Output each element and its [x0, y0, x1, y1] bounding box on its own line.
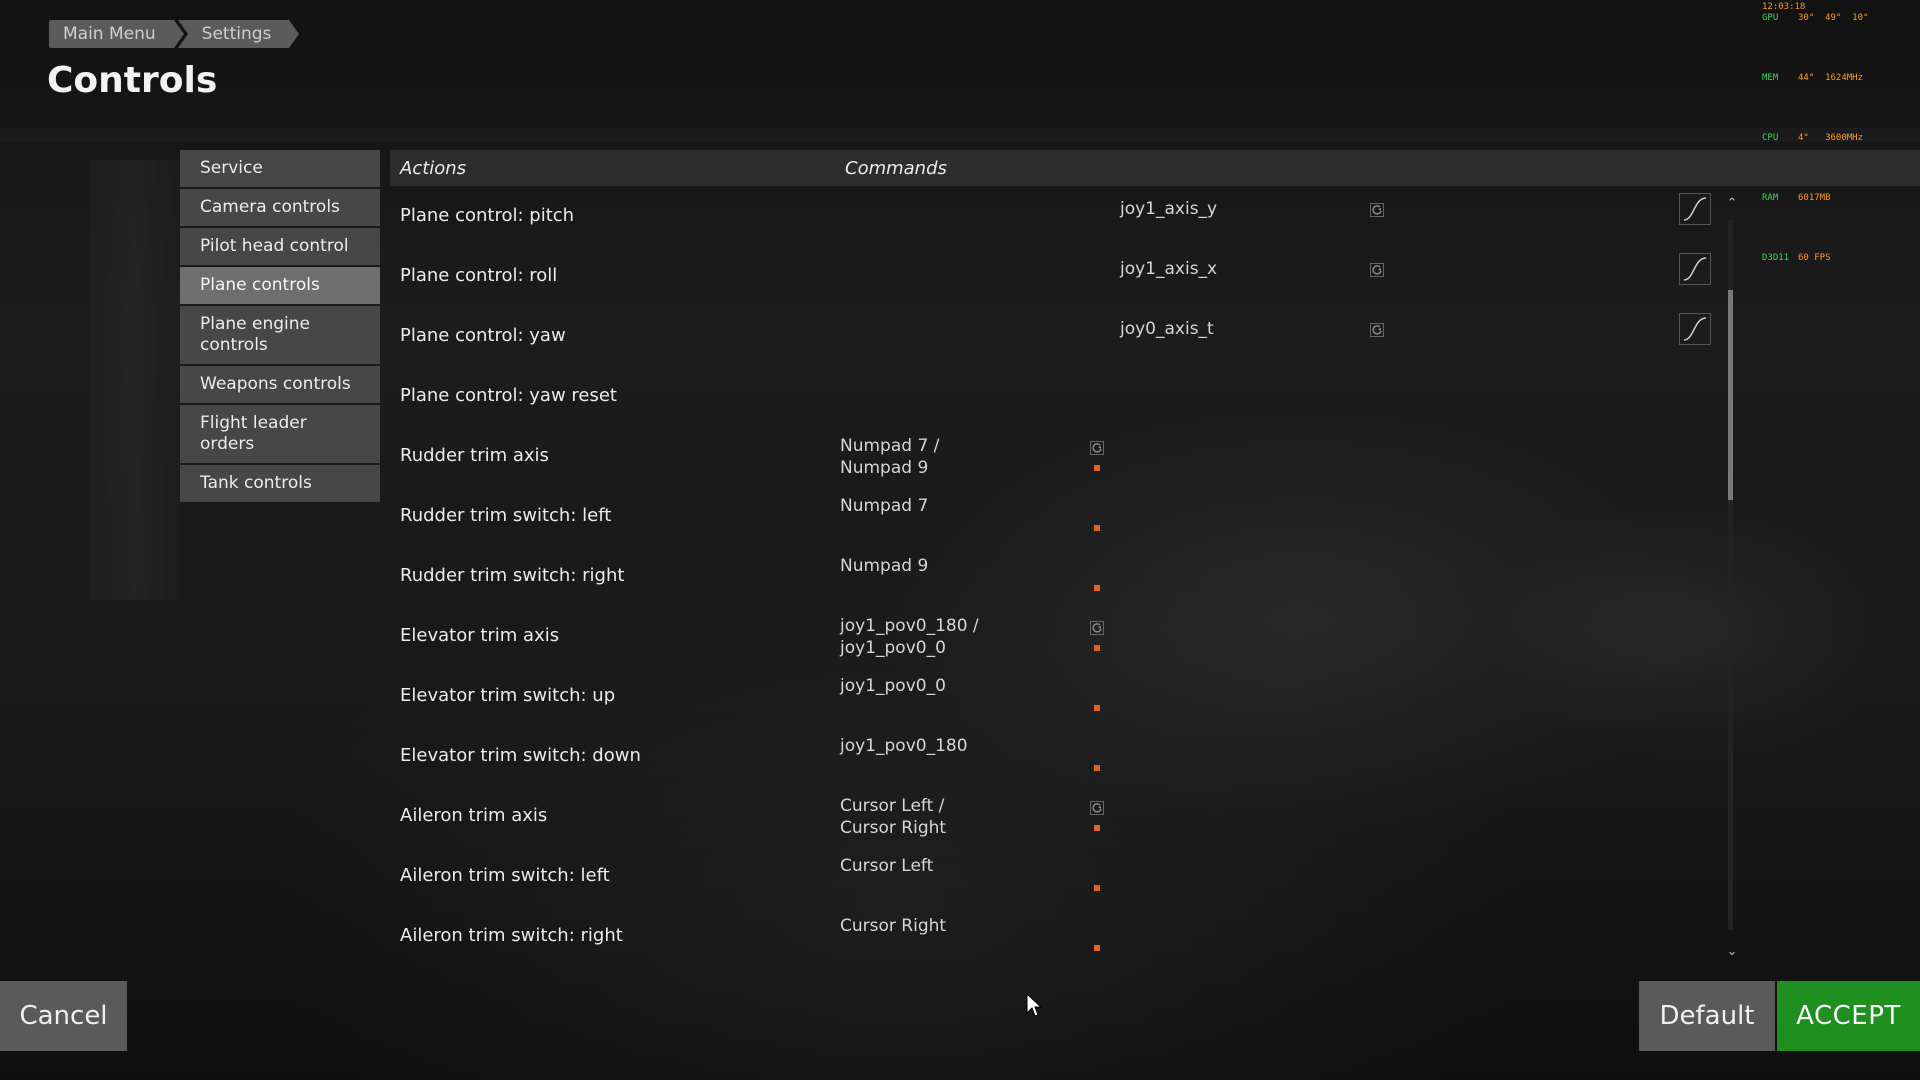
- action-label: Aileron trim switch: left: [400, 865, 610, 886]
- hw-monitor-row: RAM 6017MB: [1762, 193, 1868, 253]
- category-item[interactable]: Pilot head control: [180, 228, 380, 265]
- page-title: Controls: [47, 60, 218, 101]
- control-row[interactable]: Plane control: yaw reset: [390, 367, 1720, 427]
- control-row[interactable]: Plane control: pitch joy1_axis_y: [390, 187, 1720, 247]
- binding-indicator-icon: [1094, 645, 1100, 651]
- reset-binding-icon[interactable]: [1090, 441, 1104, 455]
- action-label: Elevator trim switch: down: [400, 745, 641, 766]
- control-row[interactable]: Aileron trim axis Cursor Left / Cursor Ri…: [390, 787, 1720, 847]
- axis-binding[interactable]: joy1_axis_x: [1120, 259, 1217, 279]
- control-row[interactable]: Elevator trim switch: up joy1_pov0_0: [390, 667, 1720, 727]
- category-item[interactable]: Plane engine controls: [180, 306, 380, 364]
- breadcrumb-main-menu[interactable]: Main Menu: [49, 20, 184, 48]
- hw-monitor-value: 44° 1624MHz: [1798, 73, 1864, 83]
- action-label: Aileron trim axis: [400, 805, 548, 826]
- commands-column-header: Commands: [845, 157, 947, 179]
- background-post: [90, 160, 180, 600]
- category-item[interactable]: Service: [180, 150, 380, 187]
- hw-monitor-row: D3D11 60 FPS: [1762, 253, 1868, 313]
- command-binding[interactable]: Numpad 7: [840, 495, 1070, 517]
- axis-curve-button[interactable]: [1679, 313, 1711, 345]
- action-label: Plane control: yaw reset: [400, 385, 617, 406]
- action-label: Aileron trim switch: right: [400, 925, 623, 946]
- axis-curve-button[interactable]: [1679, 193, 1711, 225]
- action-label: Plane control: roll: [400, 265, 558, 286]
- binding-indicator-icon: [1094, 705, 1100, 711]
- breadcrumb: Main Menu Settings: [49, 20, 303, 48]
- accept-button[interactable]: ACCEPT: [1777, 981, 1920, 1051]
- axis-curve-button[interactable]: [1679, 253, 1711, 285]
- action-label: Plane control: yaw: [400, 325, 566, 346]
- category-item[interactable]: Tank controls: [180, 465, 380, 502]
- binding-indicator-icon: [1094, 825, 1100, 831]
- control-row[interactable]: Rudder trim switch: right Numpad 9: [390, 547, 1720, 607]
- control-row[interactable]: Aileron trim switch: right Cursor Right: [390, 907, 1720, 967]
- control-row[interactable]: Aileron trim switch: left Cursor Left: [390, 847, 1720, 907]
- reset-axis-icon[interactable]: [1370, 203, 1384, 217]
- axis-binding[interactable]: joy1_axis_y: [1120, 199, 1217, 219]
- category-item[interactable]: Camera controls: [180, 189, 380, 226]
- control-row[interactable]: Elevator trim switch: down joy1_pov0_180: [390, 727, 1720, 787]
- action-label: Elevator trim axis: [400, 625, 560, 646]
- hw-monitor-key: D3D11: [1762, 253, 1790, 263]
- hw-monitor-key: GPU: [1762, 13, 1779, 23]
- hw-monitor-key: MEM: [1762, 73, 1779, 83]
- reset-binding-icon[interactable]: [1090, 801, 1104, 815]
- binding-indicator-icon: [1094, 765, 1100, 771]
- binding-indicator-icon: [1094, 585, 1100, 591]
- action-label: Rudder trim switch: left: [400, 505, 612, 526]
- category-item[interactable]: Plane controls: [180, 267, 380, 304]
- breadcrumb-settings[interactable]: Settings: [177, 20, 300, 48]
- category-item[interactable]: Flight leader orders: [180, 405, 380, 463]
- category-sidebar: Service Camera controls Pilot head control…: [180, 150, 380, 504]
- binding-indicator-icon: [1094, 465, 1100, 471]
- actions-column-header: Actions: [400, 157, 467, 179]
- table-scrollbar[interactable]: ⌃ ⌄: [1722, 190, 1742, 960]
- hw-monitor-value: 60 FPS: [1798, 253, 1831, 263]
- hw-monitor-row: GPU 30° 49° 10°: [1762, 13, 1868, 73]
- control-row[interactable]: Elevator trim axis joy1_pov0_180 / joy1_p…: [390, 607, 1720, 667]
- action-label: Rudder trim switch: right: [400, 565, 625, 586]
- background-beam: [0, 128, 1920, 142]
- command-binding[interactable]: Numpad 9: [840, 555, 1070, 577]
- hw-monitor-value: 6017MB: [1798, 193, 1831, 203]
- binding-indicator-icon: [1094, 885, 1100, 891]
- control-row[interactable]: Plane control: yaw joy0_axis_t: [390, 307, 1720, 367]
- command-binding[interactable]: Cursor Right: [840, 915, 1070, 937]
- binding-indicator-icon: [1094, 525, 1100, 531]
- command-binding[interactable]: Numpad 7 / Numpad 9: [840, 435, 1070, 479]
- hw-monitor-row: MEM 44° 1624MHz: [1762, 73, 1868, 133]
- command-binding[interactable]: Cursor Left: [840, 855, 1070, 877]
- category-item[interactable]: Weapons controls: [180, 366, 380, 403]
- control-row[interactable]: Rudder trim switch: left Numpad 7: [390, 487, 1720, 547]
- reset-axis-icon[interactable]: [1370, 263, 1384, 277]
- binding-indicator-icon: [1094, 945, 1100, 951]
- hw-monitor-key: RAM: [1762, 193, 1779, 203]
- default-button[interactable]: Default: [1639, 981, 1775, 1051]
- reset-binding-icon[interactable]: [1090, 621, 1104, 635]
- reset-axis-icon[interactable]: [1370, 323, 1384, 337]
- action-label: Plane control: pitch: [400, 205, 575, 226]
- command-binding[interactable]: Cursor Left / Cursor Right: [840, 795, 1070, 839]
- control-row[interactable]: Rudder trim axis Numpad 7 / Numpad 9: [390, 427, 1720, 487]
- action-label: Rudder trim axis: [400, 445, 549, 466]
- control-row[interactable]: Plane control: roll joy1_axis_x: [390, 247, 1720, 307]
- scroll-thumb[interactable]: [1728, 290, 1733, 500]
- axis-binding[interactable]: joy0_axis_t: [1120, 319, 1214, 339]
- scroll-up-arrow-icon[interactable]: ⌃: [1724, 196, 1740, 212]
- controls-table-body: Plane control: pitch joy1_axis_y Plane con…: [390, 187, 1720, 967]
- command-binding[interactable]: joy1_pov0_180: [840, 735, 1070, 757]
- command-binding[interactable]: joy1_pov0_180 / joy1_pov0_0: [840, 615, 1070, 659]
- action-label: Elevator trim switch: up: [400, 685, 616, 706]
- hw-clock: 12:03:18: [1762, 2, 1806, 12]
- cancel-button[interactable]: Cancel: [0, 981, 127, 1051]
- command-binding[interactable]: joy1_pov0_0: [840, 675, 1070, 697]
- scroll-down-arrow-icon[interactable]: ⌄: [1724, 944, 1740, 960]
- mouse-cursor-icon: [1026, 993, 1042, 1017]
- table-header: Actions Commands: [390, 150, 1920, 186]
- hw-monitor-value: 30° 49° 10°: [1798, 13, 1869, 23]
